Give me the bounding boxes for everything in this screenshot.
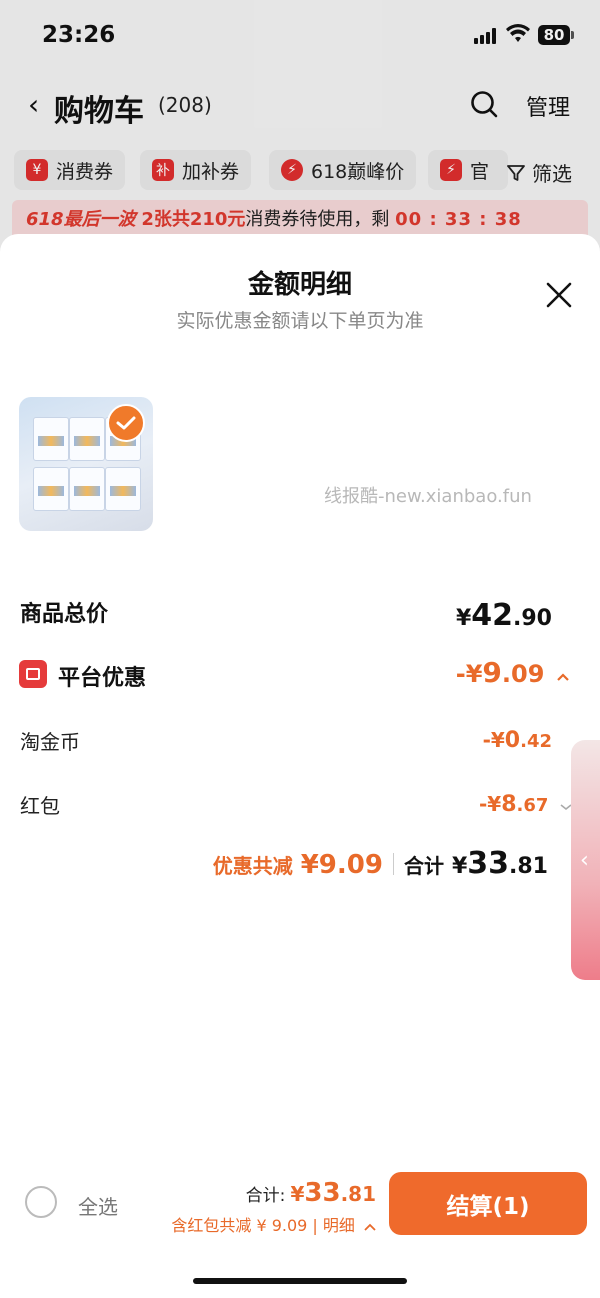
checkout-button[interactable]: 结算(1): [389, 1172, 587, 1235]
grand-total-label: 合计: [403, 854, 444, 878]
select-all-label[interactable]: 全选: [78, 1191, 118, 1220]
sheet-subtitle: 实际优惠金额请以下单页为准: [176, 310, 424, 332]
discount-detail-link[interactable]: 含红包共减 ¥ 9.09 | 明细: [171, 1212, 376, 1236]
taojinbi-label: 淘金币: [20, 730, 80, 754]
summary-line: 优惠共减 ¥9.09 合计 ¥33.81: [213, 846, 548, 881]
grand-total-value: ¥33.81: [451, 846, 548, 881]
goods-total-label: 商品总价: [20, 602, 109, 627]
platform-discount-value: -¥9.09: [456, 656, 570, 689]
taojinbi-value: -¥0.42: [482, 728, 552, 753]
discount-total-label: 优惠共减: [212, 854, 293, 878]
check-icon[interactable]: [107, 404, 145, 442]
chevron-up-icon: [364, 1223, 376, 1231]
select-all-radio[interactable]: [25, 1186, 57, 1218]
home-indicator: [193, 1278, 407, 1284]
amount-detail-sheet: 金额明细 实际优惠金额请以下单页为准 线报酷-new.xianbao.fun 商…: [0, 234, 600, 1298]
platform-discount-label: 平台优惠: [58, 666, 147, 691]
close-icon[interactable]: [544, 280, 574, 310]
cart-page-background: 23:26 80 ‹ 购物车 (208) 管理 ¥ 消费券 补 加补券 ⚡ 61…: [0, 0, 600, 260]
chevron-left-icon[interactable]: ‹: [580, 848, 589, 873]
bottom-total: 合计: ¥33.81: [245, 1178, 376, 1208]
watermark: 线报酷-new.xianbao.fun: [324, 486, 532, 507]
hongbao-label: 红包: [20, 794, 60, 818]
hongbao-value: -¥8.67: [479, 792, 572, 817]
platform-discount-icon: [19, 660, 47, 688]
sheet-title: 金额明细: [247, 270, 352, 300]
overlay-dim: [0, 0, 600, 260]
goods-total-value: ¥42.90: [455, 598, 552, 633]
discount-total-value: ¥9.09: [300, 850, 383, 880]
chevron-up-icon: [557, 673, 569, 681]
checkout-bar: 全选 合计: ¥33.81 含红包共减 ¥ 9.09 | 明细 结算(1): [0, 1160, 600, 1250]
